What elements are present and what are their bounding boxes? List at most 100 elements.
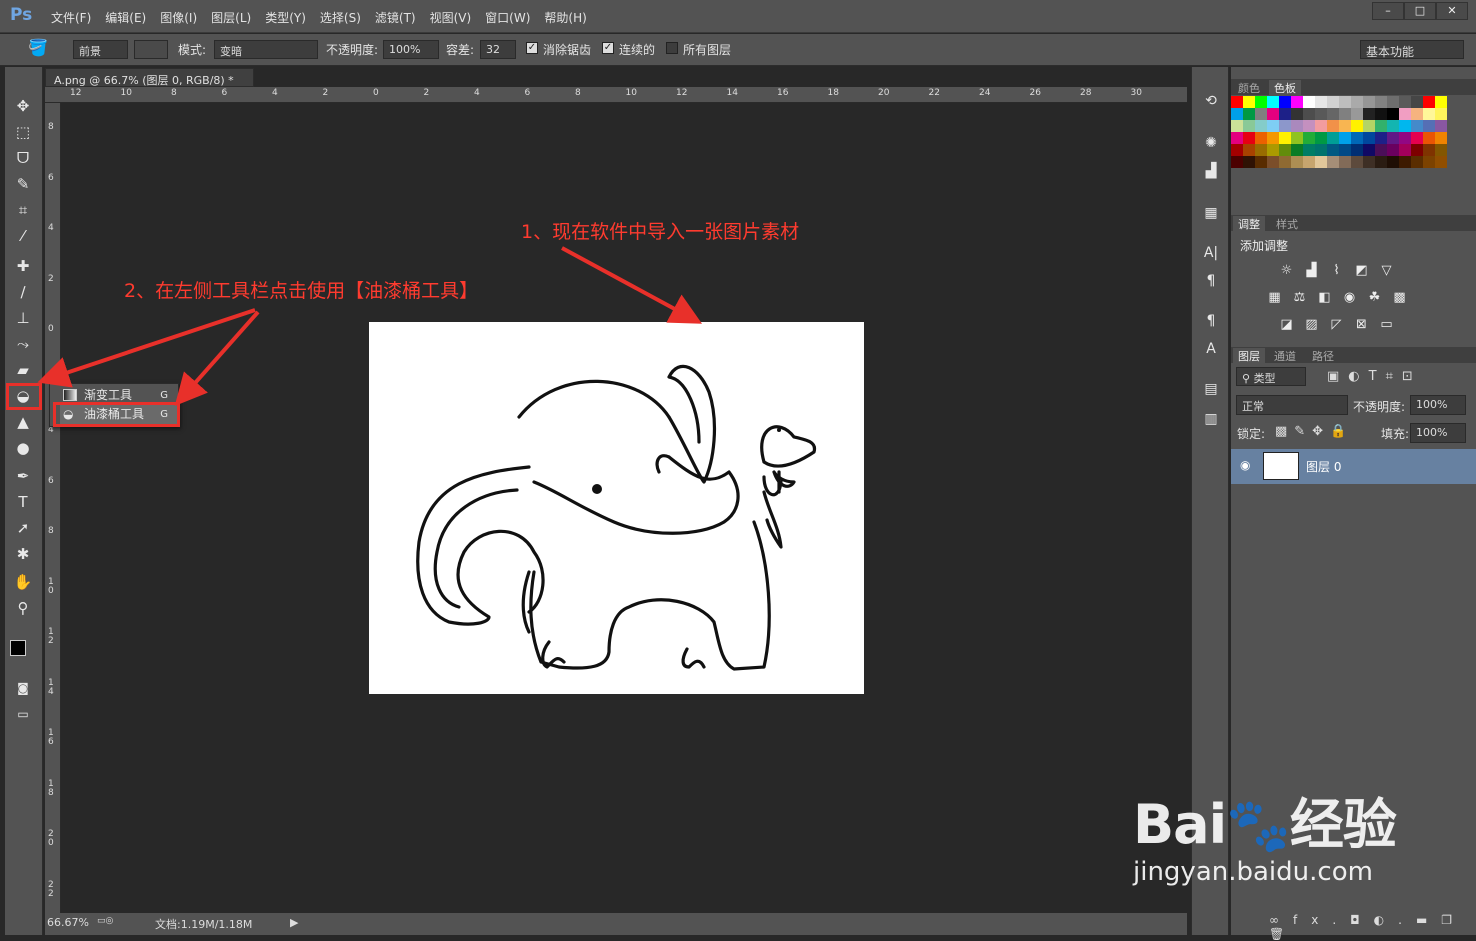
swatch[interactable] xyxy=(1267,156,1279,168)
swatch[interactable] xyxy=(1399,120,1411,132)
swatch[interactable] xyxy=(1291,144,1303,156)
swatch[interactable] xyxy=(1231,96,1243,108)
swatch[interactable] xyxy=(1279,132,1291,144)
swatch[interactable] xyxy=(1327,96,1339,108)
layer-filter-icons[interactable]: ▣◐T⌗⊡ xyxy=(1327,369,1422,384)
layer-name[interactable]: 图层 0 xyxy=(1306,458,1341,475)
swatch[interactable] xyxy=(1411,108,1423,120)
notes-panel-icon[interactable]: ▥ xyxy=(1201,411,1221,429)
swatch[interactable] xyxy=(1423,156,1435,168)
swatch[interactable] xyxy=(1231,120,1243,132)
swatch[interactable] xyxy=(1363,120,1375,132)
color-balance-icon[interactable]: ⚖ xyxy=(1291,290,1308,306)
swatch[interactable] xyxy=(1255,132,1267,144)
tab-channels[interactable]: 通道 xyxy=(1269,348,1301,364)
tab-paths[interactable]: 路径 xyxy=(1307,348,1339,364)
swatch[interactable] xyxy=(1387,144,1399,156)
swatch[interactable] xyxy=(1279,144,1291,156)
swatch[interactable] xyxy=(1243,132,1255,144)
info-panel-icon[interactable]: ▦ xyxy=(1201,205,1221,223)
histogram-panel-icon[interactable]: ▟ xyxy=(1201,163,1221,181)
layer-opacity-input[interactable]: 100% xyxy=(1410,395,1466,415)
channel-mixer-icon[interactable]: ☘ xyxy=(1366,290,1383,306)
swatch[interactable] xyxy=(1375,132,1387,144)
swatch[interactable] xyxy=(1315,120,1327,132)
swatch[interactable] xyxy=(1351,96,1363,108)
swatch[interactable] xyxy=(1399,132,1411,144)
swatch[interactable] xyxy=(1411,132,1423,144)
swatch[interactable] xyxy=(1363,156,1375,168)
swatch[interactable] xyxy=(1327,144,1339,156)
swatch[interactable] xyxy=(1315,156,1327,168)
lock-icons[interactable]: ▩✎✥🔒 xyxy=(1275,424,1353,439)
swatch[interactable] xyxy=(1303,96,1315,108)
swatch[interactable] xyxy=(1351,108,1363,120)
swatch[interactable] xyxy=(1243,120,1255,132)
swatch[interactable] xyxy=(1279,108,1291,120)
swatch[interactable] xyxy=(1351,132,1363,144)
swatch[interactable] xyxy=(1435,144,1447,156)
swatch[interactable] xyxy=(1399,144,1411,156)
swatch[interactable] xyxy=(1423,120,1435,132)
swatch[interactable] xyxy=(1303,144,1315,156)
swatch[interactable] xyxy=(1243,156,1255,168)
swatch[interactable] xyxy=(1411,156,1423,168)
swatch[interactable] xyxy=(1375,144,1387,156)
swatch[interactable] xyxy=(1375,120,1387,132)
history-panel-icon[interactable]: ⟲ xyxy=(1201,93,1221,111)
swatch[interactable] xyxy=(1231,132,1243,144)
swatch[interactable] xyxy=(1303,132,1315,144)
swatch[interactable] xyxy=(1351,156,1363,168)
navigator-panel-icon[interactable]: ✺ xyxy=(1201,135,1221,153)
layer-action-icon[interactable]: ∞ xyxy=(1269,913,1293,927)
swatch[interactable] xyxy=(1411,96,1423,108)
swatch[interactable] xyxy=(1279,156,1291,168)
layer-action-icon[interactable]: 🗑 xyxy=(1269,927,1298,941)
swatch[interactable] xyxy=(1387,120,1399,132)
swatch[interactable] xyxy=(1423,144,1435,156)
swatch[interactable] xyxy=(1255,144,1267,156)
paragraph-styles-icon[interactable]: ¶ xyxy=(1201,313,1221,331)
layer-action-icon[interactable]: ◘ xyxy=(1350,913,1374,927)
layer-bottom-icons[interactable]: ∞fx.◘◐.▬❐ 🗑 xyxy=(1269,913,1476,941)
gradient-map-icon[interactable]: ▭ xyxy=(1378,317,1395,333)
swatch[interactable] xyxy=(1315,144,1327,156)
swatch[interactable] xyxy=(1243,96,1255,108)
levels-icon[interactable]: ▟ xyxy=(1303,263,1320,279)
swatch[interactable] xyxy=(1399,156,1411,168)
swatch[interactable] xyxy=(1435,96,1447,108)
status-menu-arrow-icon[interactable]: ▶ xyxy=(290,916,298,929)
layer-row[interactable]: ◉ 图层 0 xyxy=(1231,449,1476,484)
swatch[interactable] xyxy=(1255,156,1267,168)
swatch[interactable] xyxy=(1291,120,1303,132)
swatch[interactable] xyxy=(1387,108,1399,120)
blend-mode-select[interactable]: 正常 xyxy=(1236,395,1348,415)
swatch[interactable] xyxy=(1339,132,1351,144)
selective-color-icon[interactable]: ⊠ xyxy=(1353,317,1370,333)
photo-filter-icon[interactable]: ◉ xyxy=(1341,290,1358,306)
invert-icon[interactable]: ◪ xyxy=(1278,317,1295,333)
swatch[interactable] xyxy=(1435,120,1447,132)
swatch[interactable] xyxy=(1435,156,1447,168)
swatch[interactable] xyxy=(1411,144,1423,156)
swatch[interactable] xyxy=(1435,108,1447,120)
hue-icon[interactable]: ▦ xyxy=(1266,290,1283,306)
swatch[interactable] xyxy=(1267,96,1279,108)
swatch[interactable] xyxy=(1303,156,1315,168)
swatch[interactable] xyxy=(1231,108,1243,120)
character-panel-icon[interactable]: A| xyxy=(1201,245,1221,263)
tab-layers[interactable]: 图层 xyxy=(1233,348,1265,363)
swatch[interactable] xyxy=(1423,132,1435,144)
swatch[interactable] xyxy=(1291,132,1303,144)
swatch[interactable] xyxy=(1339,120,1351,132)
tab-color[interactable]: 颜色 xyxy=(1233,80,1265,96)
posterize-icon[interactable]: ▨ xyxy=(1303,317,1320,333)
paragraph-panel-icon[interactable]: ¶ xyxy=(1201,273,1221,291)
swatch[interactable] xyxy=(1363,132,1375,144)
color-lookup-icon[interactable]: ▩ xyxy=(1391,290,1408,306)
swatch[interactable] xyxy=(1279,96,1291,108)
threshold-icon[interactable]: ◸ xyxy=(1328,317,1345,333)
character-styles-icon[interactable]: A xyxy=(1201,341,1221,359)
swatch[interactable] xyxy=(1339,156,1351,168)
swatch[interactable] xyxy=(1327,132,1339,144)
